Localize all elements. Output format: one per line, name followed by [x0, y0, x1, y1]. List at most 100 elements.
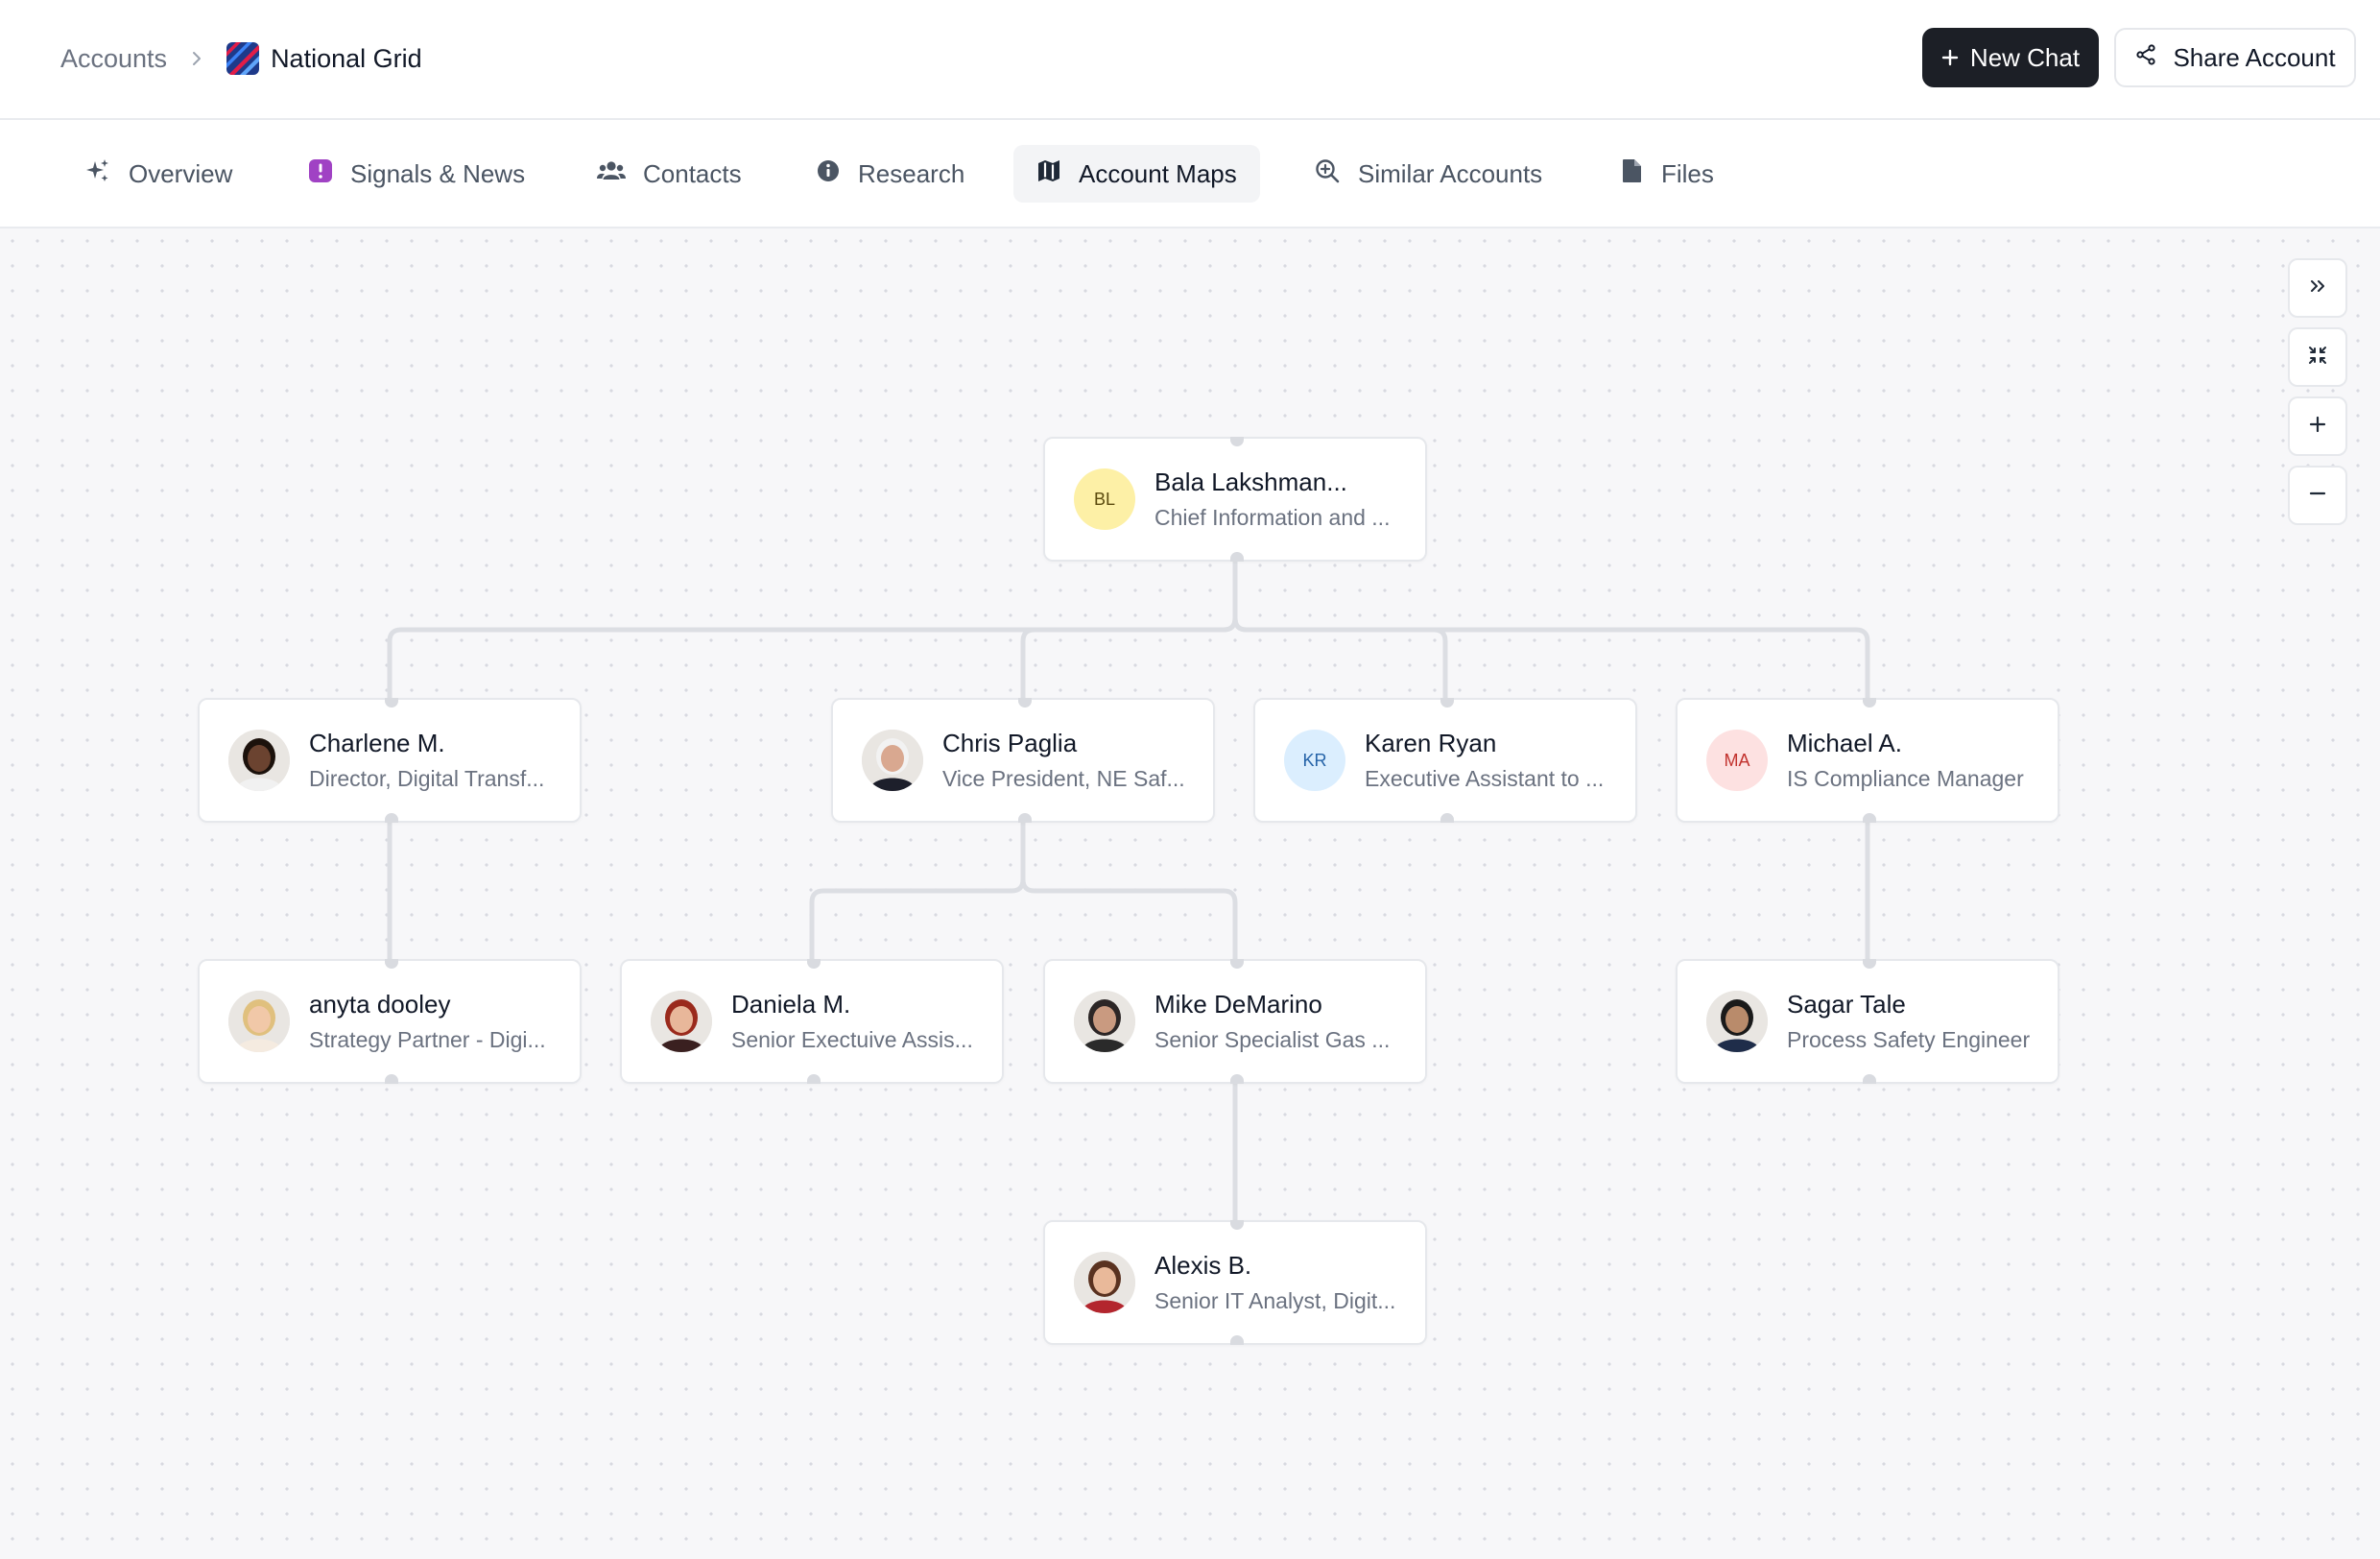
tab-files[interactable]: Files: [1598, 145, 1737, 203]
node-handle: [1440, 813, 1454, 823]
tab-overview[interactable]: Overview: [61, 145, 255, 203]
avatar: BL: [1074, 468, 1135, 530]
contact-name: Bala Lakshman...: [1154, 468, 1347, 496]
org-node-mike-demarino[interactable]: Mike DeMarino Senior Specialist Gas ...: [1043, 959, 1427, 1084]
contact-name: Mike DeMarino: [1154, 990, 1322, 1019]
org-edge-bl-cp: [1020, 562, 1238, 698]
org-edge-bl-ma: [1232, 562, 1870, 698]
tab-research[interactable]: Research: [793, 145, 988, 203]
node-text: Mike DeMarino Senior Specialist Gas ...: [1154, 990, 1390, 1053]
node-handle: [1230, 552, 1244, 562]
avatar: [1706, 991, 1768, 1052]
expand-panel-button[interactable]: [2288, 258, 2347, 318]
avatar: [862, 730, 923, 791]
contact-photo: [1074, 1252, 1135, 1313]
plus-icon: [1941, 43, 1959, 73]
contact-photo: [1706, 991, 1768, 1052]
org-node-alexis-b[interactable]: Alexis B. Senior IT Analyst, Digit...: [1043, 1220, 1427, 1345]
contact-title: Senior Specialist Gas ...: [1154, 1027, 1391, 1052]
org-node-bala-lakshman[interactable]: BL Bala Lakshman... Chief Information an…: [1043, 437, 1427, 562]
node-handle: [385, 813, 398, 823]
node-text: Daniela M. Senior Exectuive Assis...: [731, 990, 973, 1053]
contact-photo: [862, 730, 923, 791]
tab-label: Contacts: [643, 158, 742, 188]
share-icon: [2134, 43, 2157, 73]
fit-view-button[interactable]: [2288, 327, 2347, 387]
node-handle: [1230, 959, 1244, 969]
contact-name: Chris Paglia: [942, 729, 1078, 757]
node-handle: [807, 959, 821, 969]
node-handle: [385, 698, 398, 708]
contact-title: Senior Exectuive Assis...: [731, 1027, 973, 1052]
org-node-charlene-m[interactable]: Charlene M. Director, Digital Transf...: [198, 698, 582, 823]
avatar: [651, 991, 712, 1052]
node-handle: [1230, 1220, 1244, 1230]
node-text: Michael A. IS Compliance Manager: [1787, 729, 2024, 792]
share-account-label: Share Account: [2173, 42, 2336, 72]
minus-icon: [2308, 484, 2327, 508]
contact-name: anyta dooley: [309, 990, 451, 1019]
zoom-out-button[interactable]: [2288, 466, 2347, 525]
breadcrumb-accounts-link[interactable]: Accounts: [60, 44, 167, 74]
org-node-sagar-tale[interactable]: Sagar Tale Process Safety Engineer: [1676, 959, 2059, 1084]
tab-contacts[interactable]: Contacts: [574, 145, 765, 203]
org-node-daniela-m[interactable]: Daniela M. Senior Exectuive Assis...: [620, 959, 1004, 1084]
top-header: Accounts National Grid New Chat Share Ac…: [0, 0, 2380, 120]
org-edge-cp-md: [1020, 823, 1238, 959]
contact-photo: [1074, 991, 1135, 1052]
zoom-in-button[interactable]: [2288, 396, 2347, 456]
org-node-chris-paglia[interactable]: Chris Paglia Vice President, NE Saf...: [831, 698, 1215, 823]
share-account-button[interactable]: Share Account: [2114, 28, 2356, 87]
org-node-michael-a[interactable]: MA Michael A. IS Compliance Manager: [1676, 698, 2059, 823]
node-handle: [1230, 1335, 1244, 1345]
new-chat-label: New Chat: [1969, 42, 2081, 72]
contact-title: Process Safety Engineer: [1787, 1027, 2031, 1052]
org-edge-cp-dm: [809, 823, 1026, 959]
node-handle: [385, 959, 398, 969]
node-handle: [1230, 437, 1244, 446]
contact-name: Alexis B.: [1154, 1251, 1252, 1280]
plus-icon: [2308, 415, 2327, 439]
contact-title: Strategy Partner - Digi...: [309, 1027, 546, 1052]
account-map-canvas[interactable]: BL Bala Lakshman... Chief Information an…: [0, 228, 2380, 1559]
node-handle: [1863, 959, 1876, 969]
chevrons-right-icon: [2308, 276, 2327, 300]
avatar: MA: [1706, 730, 1768, 791]
org-node-karen-ryan[interactable]: KR Karen Ryan Executive Assistant to ...: [1253, 698, 1637, 823]
contact-photo: [228, 730, 290, 791]
node-handle: [807, 1074, 821, 1084]
tab-label: Overview: [129, 158, 233, 188]
node-handle: [1440, 698, 1454, 708]
search-plus-icon: [1314, 157, 1341, 191]
avatar: KR: [1284, 730, 1345, 791]
org-node-anyta-dooley[interactable]: anyta dooley Strategy Partner - Digi...: [198, 959, 582, 1084]
contact-name: Karen Ryan: [1365, 729, 1497, 757]
info-circle-icon: [816, 158, 841, 190]
alert-square-icon: [308, 158, 333, 190]
org-chart-edges: [387, 562, 1870, 1220]
node-text: anyta dooley Strategy Partner - Digi...: [309, 990, 546, 1053]
tab-account-maps[interactable]: Account Maps: [1013, 145, 1260, 203]
users-icon: [597, 158, 626, 190]
contact-title: IS Compliance Manager: [1787, 766, 2024, 791]
company-logo: [226, 42, 260, 75]
node-text: Chris Paglia Vice President, NE Saf...: [942, 729, 1185, 792]
tab-label: Signals & News: [350, 158, 526, 188]
chevron-right-icon: [177, 38, 217, 79]
node-handle: [385, 1074, 398, 1084]
contact-name: Sagar Tale: [1787, 990, 1906, 1019]
tab-label: Account Maps: [1079, 158, 1237, 188]
tab-similar-accounts[interactable]: Similar Accounts: [1291, 145, 1565, 203]
node-handle: [1018, 813, 1032, 823]
node-text: Charlene M. Director, Digital Transf...: [309, 729, 544, 792]
contact-title: Director, Digital Transf...: [309, 766, 545, 791]
node-text: Alexis B. Senior IT Analyst, Digit...: [1154, 1251, 1395, 1314]
tab-signals-news[interactable]: Signals & News: [285, 145, 548, 203]
contact-name: Michael A.: [1787, 729, 1902, 757]
avatar: [228, 730, 290, 791]
node-text: Karen Ryan Executive Assistant to ...: [1365, 729, 1604, 792]
tab-label: Files: [1661, 158, 1714, 188]
tab-label: Research: [858, 158, 965, 188]
new-chat-button[interactable]: New Chat: [1922, 28, 2099, 87]
avatar: [228, 991, 290, 1052]
